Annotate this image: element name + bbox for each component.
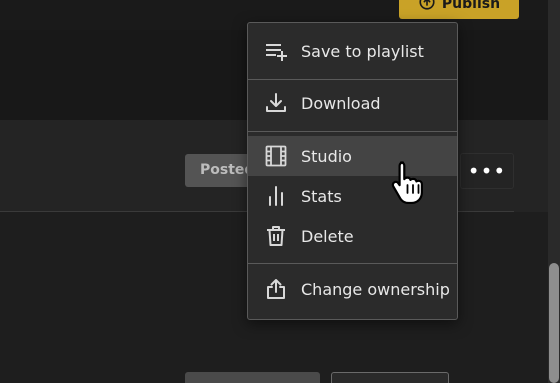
menu-item-change-ownership[interactable]: Change ownership — [248, 269, 457, 309]
menu-item-label: Delete — [301, 226, 354, 246]
menu-item-label: Download — [301, 93, 381, 113]
trash-icon — [264, 224, 288, 248]
bar-chart-icon — [264, 184, 288, 208]
menu-separator — [248, 131, 457, 132]
publish-button[interactable]: Publish — [399, 0, 519, 19]
menu-separator — [248, 263, 457, 264]
menu-item-stats[interactable]: Stats — [248, 176, 457, 216]
menu-item-save-to-playlist[interactable]: Save to playlist — [248, 31, 457, 71]
share-upload-icon — [264, 277, 288, 301]
playlist-add-icon — [264, 39, 288, 63]
publish-label: Publish — [441, 0, 501, 12]
menu-item-label: Change ownership — [301, 279, 450, 299]
menu-item-delete[interactable]: Delete — [248, 216, 457, 256]
bottom-secondary-button[interactable] — [331, 372, 449, 383]
upload-cloud-icon — [418, 0, 436, 15]
context-menu: Save to playlist Download Studio Stats D… — [247, 22, 458, 320]
menu-item-download[interactable]: Download — [248, 83, 457, 123]
more-options-button[interactable]: ••• — [460, 153, 514, 189]
more-icon: ••• — [467, 159, 507, 183]
bottom-action-button[interactable] — [185, 372, 320, 383]
film-icon — [264, 144, 288, 168]
menu-item-label: Studio — [301, 146, 352, 166]
menu-item-label: Save to playlist — [301, 41, 424, 61]
download-icon — [264, 91, 288, 115]
menu-separator — [248, 79, 457, 80]
menu-item-label: Stats — [301, 186, 342, 206]
menu-item-studio[interactable]: Studio — [248, 136, 457, 176]
scrollbar-thumb[interactable] — [549, 263, 559, 383]
